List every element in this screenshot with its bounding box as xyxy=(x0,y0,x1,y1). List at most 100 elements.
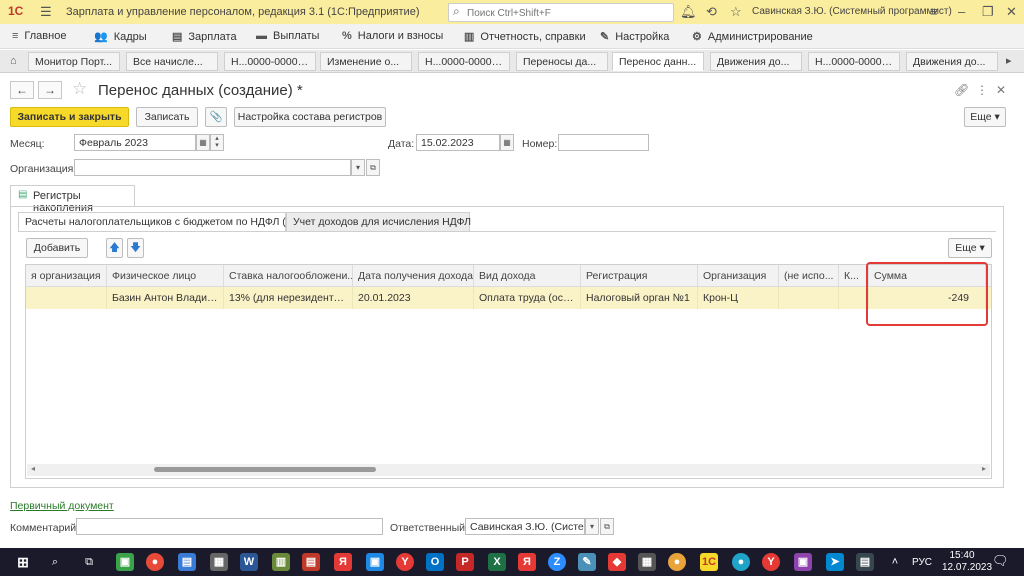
menu-salary[interactable]: ▤ Зарплата xyxy=(172,30,237,43)
table-cell[interactable] xyxy=(839,287,869,309)
calculator-icon[interactable]: ▦ xyxy=(638,553,656,571)
column-header[interactable]: Физическое лицо xyxy=(107,265,224,287)
month-stepper[interactable]: ▴ ▾ xyxy=(210,134,224,151)
more-icon[interactable]: ⋮ xyxy=(976,83,988,97)
bell-icon[interactable]: 🔔︎ xyxy=(680,4,697,20)
minimize-icon[interactable]: – xyxy=(958,4,965,19)
chrome-icon[interactable]: ● xyxy=(146,553,164,571)
tab-window[interactable]: Движения до... xyxy=(906,52,998,71)
app-icon-red2[interactable]: Я xyxy=(518,553,536,571)
menu-hr[interactable]: 👥 Кадры xyxy=(94,30,147,43)
table-more-button[interactable]: Еще ▾ xyxy=(948,238,992,258)
search-taskbar-icon[interactable]: ⌕ xyxy=(46,553,64,571)
telegram-icon[interactable]: ➤ xyxy=(826,553,844,571)
table-cell[interactable]: 13% (для нерезидента ... xyxy=(224,287,353,309)
table-cell[interactable]: Оплата труда (осн... xyxy=(474,287,581,309)
main-menu-icon[interactable]: ☰ xyxy=(40,4,52,20)
menu-taxes[interactable]: % Налоги и взносы xyxy=(342,30,443,42)
system-clock[interactable]: 15:40 12.07.2023 xyxy=(942,550,992,574)
app-icon-olive[interactable]: ▥ xyxy=(272,553,290,571)
column-header[interactable]: Дата получения дохода xyxy=(353,265,474,287)
restore-icon[interactable]: ❐ xyxy=(982,4,994,20)
column-header[interactable]: К... xyxy=(839,265,869,287)
close-icon[interactable]: ✕ xyxy=(1006,4,1017,20)
link-icon[interactable]: 🔗︎ xyxy=(954,83,969,97)
tab-window[interactable]: Все начисле... xyxy=(126,52,218,71)
forward-button[interactable]: → xyxy=(38,81,62,99)
tab-window[interactable]: Н...0000-000002 xyxy=(808,52,900,71)
menu-reports[interactable]: ▥ Отчетность, справки xyxy=(464,30,586,43)
responsible-open-icon[interactable]: ⧉ xyxy=(600,518,614,535)
tab-window-active[interactable]: Перенос данн... xyxy=(612,52,704,71)
search-input[interactable] xyxy=(465,5,669,21)
app-icon-blue[interactable]: ▤ xyxy=(178,553,196,571)
app-icon-green[interactable]: ▣ xyxy=(116,553,134,571)
tab-accumulation-registers[interactable]: ▤ Регистры накопления xyxy=(10,185,135,214)
primary-document-link[interactable]: Первичный документ xyxy=(10,500,114,512)
outlook-icon[interactable]: O xyxy=(426,553,444,571)
app-icon-tile[interactable]: ▣ xyxy=(366,553,384,571)
column-header[interactable]: Ставка налогообложени... xyxy=(224,265,353,287)
tabs-more-icon[interactable]: ▸ xyxy=(1006,54,1012,67)
task-view-icon[interactable]: ⧉ xyxy=(80,553,98,571)
table-cell[interactable]: 20.01.2023 xyxy=(353,287,474,309)
table-cell[interactable]: Базин Антон Владим... xyxy=(107,287,224,309)
menu-payments[interactable]: ▬ Выплаты xyxy=(256,30,319,42)
notifications-icon[interactable]: 🗨︎ xyxy=(992,553,1009,569)
favorite-star-icon[interactable]: ☆ xyxy=(72,79,87,99)
number-field[interactable] xyxy=(558,134,649,151)
column-header[interactable]: Регистрация xyxy=(581,265,698,287)
tab-window[interactable]: Монитор Порт... xyxy=(28,52,120,71)
favorites-star-icon[interactable]: ☆ xyxy=(730,4,742,20)
table-cell[interactable]: Крон-Ц xyxy=(698,287,779,309)
excel-icon[interactable]: X xyxy=(488,553,506,571)
menu-main[interactable]: ≡ Главное xyxy=(12,30,66,42)
settings-menu-icon[interactable]: ≡ xyxy=(930,4,938,19)
yandex-icon-2[interactable]: Y xyxy=(762,553,780,571)
organization-dropdown-icon[interactable]: ▾ xyxy=(351,159,365,176)
tab-window[interactable]: Переносы да... xyxy=(516,52,608,71)
attach-file-button[interactable]: 📎 xyxy=(205,107,227,127)
pdf-icon[interactable]: P xyxy=(456,553,474,571)
history-icon[interactable]: ⟲ xyxy=(706,4,717,20)
responsible-field[interactable]: Савинская З.Ю. (Системный xyxy=(465,518,585,535)
register-settings-button[interactable]: Настройка состава регистров xyxy=(234,107,386,127)
yandex-browser-icon[interactable]: Y xyxy=(396,553,414,571)
app-icon-pen[interactable]: ✎ xyxy=(578,553,596,571)
organization-open-icon[interactable]: ⧉ xyxy=(366,159,380,176)
move-up-button[interactable]: 🡅 xyxy=(106,238,123,258)
subtab-ndfl-settlements[interactable]: Расчеты налогоплательщиков с бюджетом по… xyxy=(18,212,295,232)
tray-chevron-icon[interactable]: ˄ xyxy=(886,553,904,571)
app-icon-dark[interactable]: ▤ xyxy=(856,553,874,571)
yandex-icon[interactable]: Я xyxy=(334,553,352,571)
column-header[interactable]: я организация xyxy=(26,265,107,287)
month-calendar-icon[interactable]: ▦ xyxy=(196,134,210,151)
scroll-left-icon[interactable]: ◂ xyxy=(31,464,35,473)
date-calendar-icon[interactable]: ▦ xyxy=(500,134,514,151)
scrollbar-thumb[interactable] xyxy=(154,467,376,472)
tab-window[interactable]: Изменение о... xyxy=(320,52,412,71)
column-header[interactable]: Вид дохода xyxy=(474,265,581,287)
anydesk-icon[interactable]: ◆ xyxy=(608,553,626,571)
table-cell[interactable] xyxy=(26,287,107,309)
zoom-icon[interactable]: Z xyxy=(548,553,566,571)
subtab-ndfl-income[interactable]: Учет доходов для исчисления НДФЛ xyxy=(286,212,471,232)
tab-window[interactable]: Н...0000-000001 xyxy=(418,52,510,71)
table-cell[interactable]: Налоговый орган №1 xyxy=(581,287,698,309)
scroll-right-icon[interactable]: ▸ xyxy=(982,464,986,473)
app-icon-orange[interactable]: ● xyxy=(668,553,686,571)
app-icon-purple[interactable]: ▣ xyxy=(794,553,812,571)
month-field[interactable]: Февраль 2023 xyxy=(74,134,196,151)
save-button[interactable]: Записать xyxy=(136,107,198,127)
move-down-button[interactable]: 🡇 xyxy=(127,238,144,258)
save-and-close-button[interactable]: Записать и закрыть xyxy=(10,107,129,127)
horizontal-scrollbar[interactable]: ◂ ▸ xyxy=(27,464,990,476)
column-header[interactable]: (не испо... xyxy=(779,265,839,287)
keyboard-language[interactable]: РУС xyxy=(912,557,932,568)
close-form-icon[interactable]: ✕ xyxy=(996,83,1006,97)
more-actions-button[interactable]: Еще ▾ xyxy=(964,107,1006,127)
1c-icon[interactable]: 1С xyxy=(700,553,718,571)
responsible-dropdown-icon[interactable]: ▾ xyxy=(585,518,599,535)
tab-window[interactable]: Н...0000-000001 xyxy=(224,52,316,71)
comment-field[interactable] xyxy=(76,518,383,535)
